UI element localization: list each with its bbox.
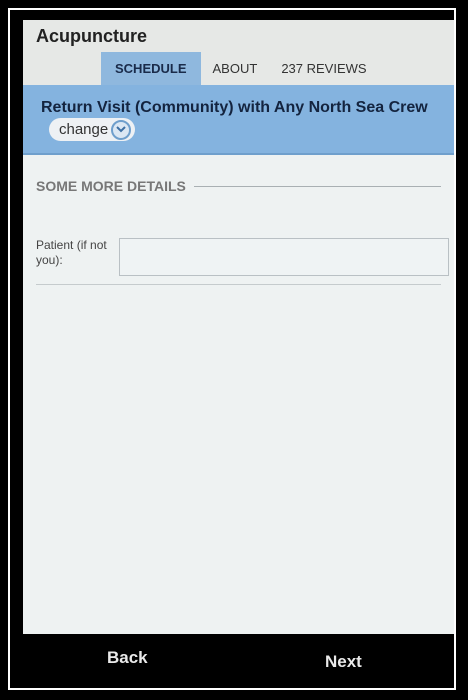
tab-about[interactable]: ABOUT bbox=[201, 52, 270, 85]
section-title: SOME MORE DETAILS bbox=[36, 178, 186, 194]
section-header: SOME MORE DETAILS bbox=[36, 178, 441, 194]
app-header: Acupuncture SCHEDULE ABOUT 237 REVIEWS bbox=[23, 20, 454, 85]
visit-description-container: Return Visit (Community) with Any North … bbox=[41, 97, 441, 141]
tab-bar: SCHEDULE ABOUT 237 REVIEWS bbox=[101, 52, 379, 85]
back-button[interactable]: Back bbox=[107, 648, 148, 668]
field-divider bbox=[36, 284, 441, 285]
patient-input[interactable] bbox=[119, 238, 449, 276]
tab-reviews[interactable]: 237 REVIEWS bbox=[269, 52, 378, 85]
bottom-navigation-bar: Back Next bbox=[23, 634, 454, 688]
tab-schedule[interactable]: SCHEDULE bbox=[101, 52, 201, 85]
section-divider bbox=[193, 185, 441, 187]
next-button[interactable]: Next bbox=[325, 652, 362, 672]
change-visit-button[interactable]: change bbox=[49, 118, 136, 141]
app-screen: Acupuncture SCHEDULE ABOUT 237 REVIEWS R… bbox=[23, 20, 454, 634]
change-label: change bbox=[59, 121, 109, 138]
visit-banner: Return Visit (Community) with Any North … bbox=[23, 85, 454, 155]
patient-field-row: Patient (if not you): bbox=[23, 230, 454, 280]
patient-label: Patient (if not you): bbox=[36, 238, 107, 267]
page-title: Acupuncture bbox=[36, 26, 148, 46]
chevron-down-circle-icon bbox=[111, 119, 132, 140]
visit-description: Return Visit (Community) with Any North … bbox=[41, 99, 428, 116]
